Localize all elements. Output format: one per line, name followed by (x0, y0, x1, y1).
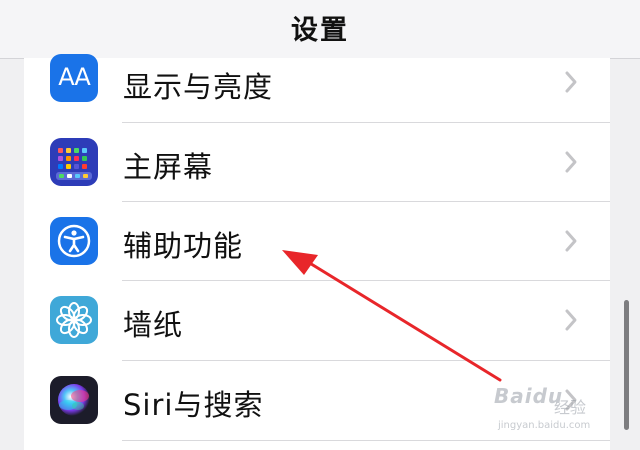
settings-row-label: Siri与搜索 (123, 388, 264, 422)
watermark-url: jingyan.baidu.com (498, 420, 591, 431)
home-screen-icon (50, 138, 98, 186)
wallpaper-icon (50, 296, 98, 344)
siri-icon (50, 376, 98, 424)
settings-row-accessibility[interactable]: 辅助功能 (24, 201, 610, 281)
display-brightness-icon: AA (50, 54, 98, 102)
row-separator (122, 440, 610, 441)
settings-row-home-screen[interactable]: 主屏幕 (24, 122, 610, 202)
baidu-watermark: Baidu 经验 jingyan.baidu.com (490, 378, 610, 438)
watermark-word: 经验 (554, 398, 587, 417)
chevron-right-icon (565, 151, 577, 173)
scrollbar[interactable] (624, 300, 629, 430)
chevron-right-icon (565, 230, 577, 252)
settings-row-label: 墙纸 (123, 308, 184, 342)
settings-row-label: 辅助功能 (123, 229, 244, 263)
settings-row-display-brightness[interactable]: AA 显示与亮度 (24, 42, 610, 122)
accessibility-icon (50, 217, 98, 265)
chevron-right-icon (565, 309, 577, 331)
settings-row-label: 主屏幕 (123, 150, 214, 184)
settings-row-wallpaper[interactable]: 墙纸 (24, 280, 610, 360)
watermark-brand: Baidu (494, 384, 564, 408)
settings-row-label: 显示与亮度 (123, 70, 274, 104)
chevron-right-icon (565, 71, 577, 93)
